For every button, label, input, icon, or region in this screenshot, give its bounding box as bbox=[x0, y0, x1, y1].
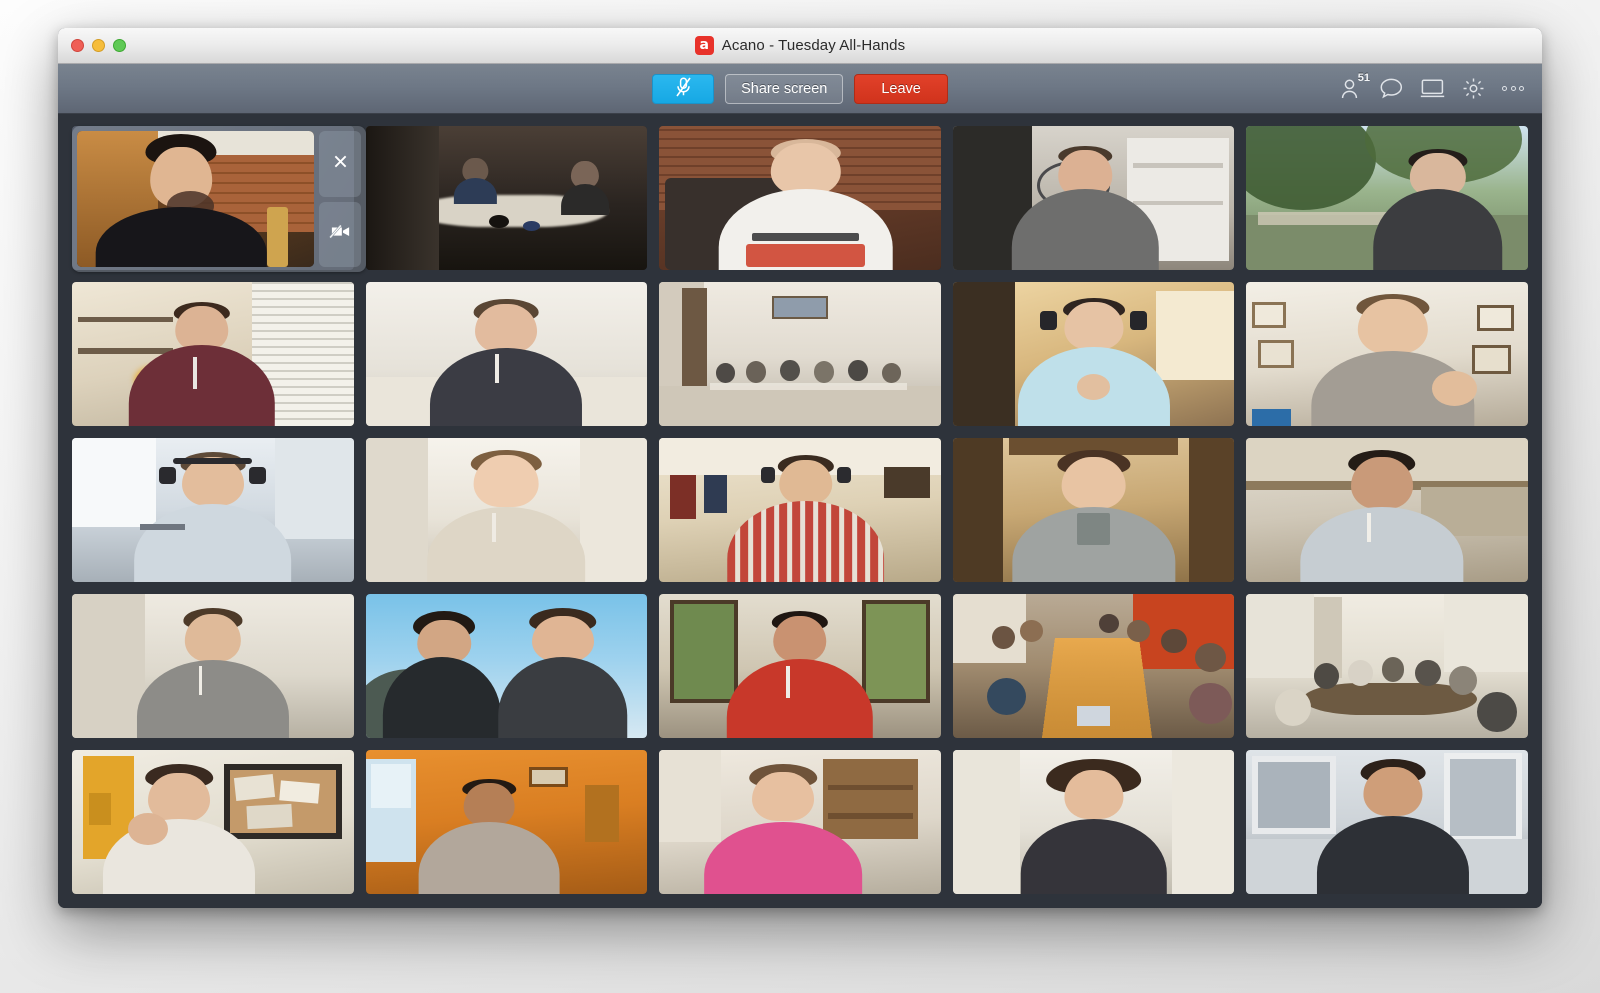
video-tile[interactable] bbox=[1246, 282, 1528, 426]
tile-scene bbox=[72, 594, 354, 738]
tile-scene bbox=[952, 126, 1235, 270]
video-tile[interactable] bbox=[1246, 594, 1528, 738]
app-window: a Acano - Tuesday All-Hands Share screen bbox=[58, 28, 1542, 908]
tile-scene bbox=[365, 438, 648, 582]
more-options-icon[interactable] bbox=[1502, 86, 1524, 91]
video-tile[interactable] bbox=[659, 126, 941, 270]
camera-off-icon bbox=[328, 223, 352, 245]
tile-scene bbox=[659, 126, 941, 270]
video-tile[interactable] bbox=[365, 438, 648, 582]
tile-scene bbox=[1246, 438, 1528, 582]
call-toolbar: Share screen Leave 51 bbox=[58, 64, 1542, 114]
video-tile[interactable] bbox=[952, 750, 1235, 894]
video-tile[interactable] bbox=[659, 282, 941, 426]
tile-scene bbox=[365, 750, 648, 894]
tile-scene bbox=[952, 282, 1235, 426]
tile-scene bbox=[659, 438, 941, 582]
tile-scene bbox=[365, 282, 648, 426]
video-tile[interactable] bbox=[1246, 750, 1528, 894]
video-tile[interactable] bbox=[952, 594, 1235, 738]
call-actions: Share screen Leave bbox=[58, 73, 1542, 104]
self-view-controls bbox=[319, 131, 361, 267]
mute-microphone-button[interactable] bbox=[652, 73, 715, 104]
title-bar: a Acano - Tuesday All-Hands bbox=[58, 28, 1542, 64]
window-title: Acano - Tuesday All-Hands bbox=[721, 37, 906, 54]
video-tile[interactable] bbox=[659, 750, 941, 894]
participants-icon[interactable]: 51 bbox=[1341, 72, 1370, 99]
self-view-scene bbox=[77, 131, 314, 267]
video-tile[interactable] bbox=[72, 750, 354, 894]
leave-call-label: Leave bbox=[881, 80, 921, 97]
close-window-button[interactable] bbox=[71, 39, 84, 52]
more-dot bbox=[1510, 86, 1516, 91]
tile-scene bbox=[1246, 750, 1528, 894]
screen-share-icon[interactable] bbox=[1420, 78, 1445, 99]
tile-scene bbox=[659, 750, 941, 894]
tile-scene bbox=[952, 438, 1235, 582]
tile-scene bbox=[72, 438, 354, 582]
video-tile[interactable] bbox=[659, 594, 941, 738]
tile-scene bbox=[365, 126, 648, 270]
minimize-window-button[interactable] bbox=[92, 39, 105, 52]
close-icon bbox=[333, 154, 348, 174]
microphone-muted-icon bbox=[675, 76, 691, 101]
self-view-video[interactable] bbox=[77, 131, 314, 267]
window-title-group: a Acano - Tuesday All-Hands bbox=[58, 28, 1542, 63]
close-self-view-button[interactable] bbox=[319, 131, 361, 197]
acano-logo-icon: a bbox=[694, 36, 714, 55]
leave-call-button[interactable]: Leave bbox=[854, 73, 948, 104]
share-screen-label: Share screen bbox=[741, 80, 828, 97]
self-view-panel[interactable] bbox=[72, 126, 366, 272]
video-tile[interactable] bbox=[365, 594, 648, 738]
video-tile[interactable] bbox=[72, 594, 354, 738]
tile-scene bbox=[72, 750, 354, 894]
toggle-camera-button[interactable] bbox=[319, 201, 361, 267]
tile-scene bbox=[952, 750, 1235, 894]
video-tile[interactable] bbox=[1246, 126, 1528, 270]
tile-scene bbox=[1246, 282, 1528, 426]
video-tile[interactable] bbox=[952, 438, 1235, 582]
video-stage bbox=[58, 114, 1542, 908]
share-screen-button[interactable]: Share screen bbox=[725, 73, 844, 104]
toolbar-icon-group: 51 bbox=[1341, 72, 1524, 100]
tile-scene bbox=[1246, 594, 1528, 738]
video-tile[interactable] bbox=[365, 750, 648, 894]
participants-count-badge: 51 bbox=[1357, 72, 1370, 84]
more-dot bbox=[1502, 86, 1507, 91]
video-tile[interactable] bbox=[952, 126, 1235, 270]
more-dot bbox=[1519, 86, 1524, 91]
video-tile[interactable] bbox=[659, 438, 941, 582]
video-tile[interactable] bbox=[952, 282, 1235, 426]
window-controls bbox=[58, 39, 126, 52]
tile-scene bbox=[1246, 126, 1528, 270]
video-tile[interactable] bbox=[365, 282, 648, 426]
chat-bubble-icon[interactable] bbox=[1380, 78, 1403, 99]
tile-scene bbox=[72, 282, 354, 426]
zoom-window-button[interactable] bbox=[113, 39, 126, 52]
video-tile[interactable] bbox=[1246, 438, 1528, 582]
video-tile[interactable] bbox=[72, 438, 354, 582]
tile-scene bbox=[952, 594, 1235, 738]
video-tile[interactable] bbox=[72, 282, 354, 426]
tile-scene bbox=[365, 594, 648, 738]
tile-scene bbox=[659, 282, 941, 426]
settings-gear-icon[interactable] bbox=[1462, 77, 1485, 100]
tile-scene bbox=[659, 594, 941, 738]
video-tile[interactable] bbox=[365, 126, 648, 270]
